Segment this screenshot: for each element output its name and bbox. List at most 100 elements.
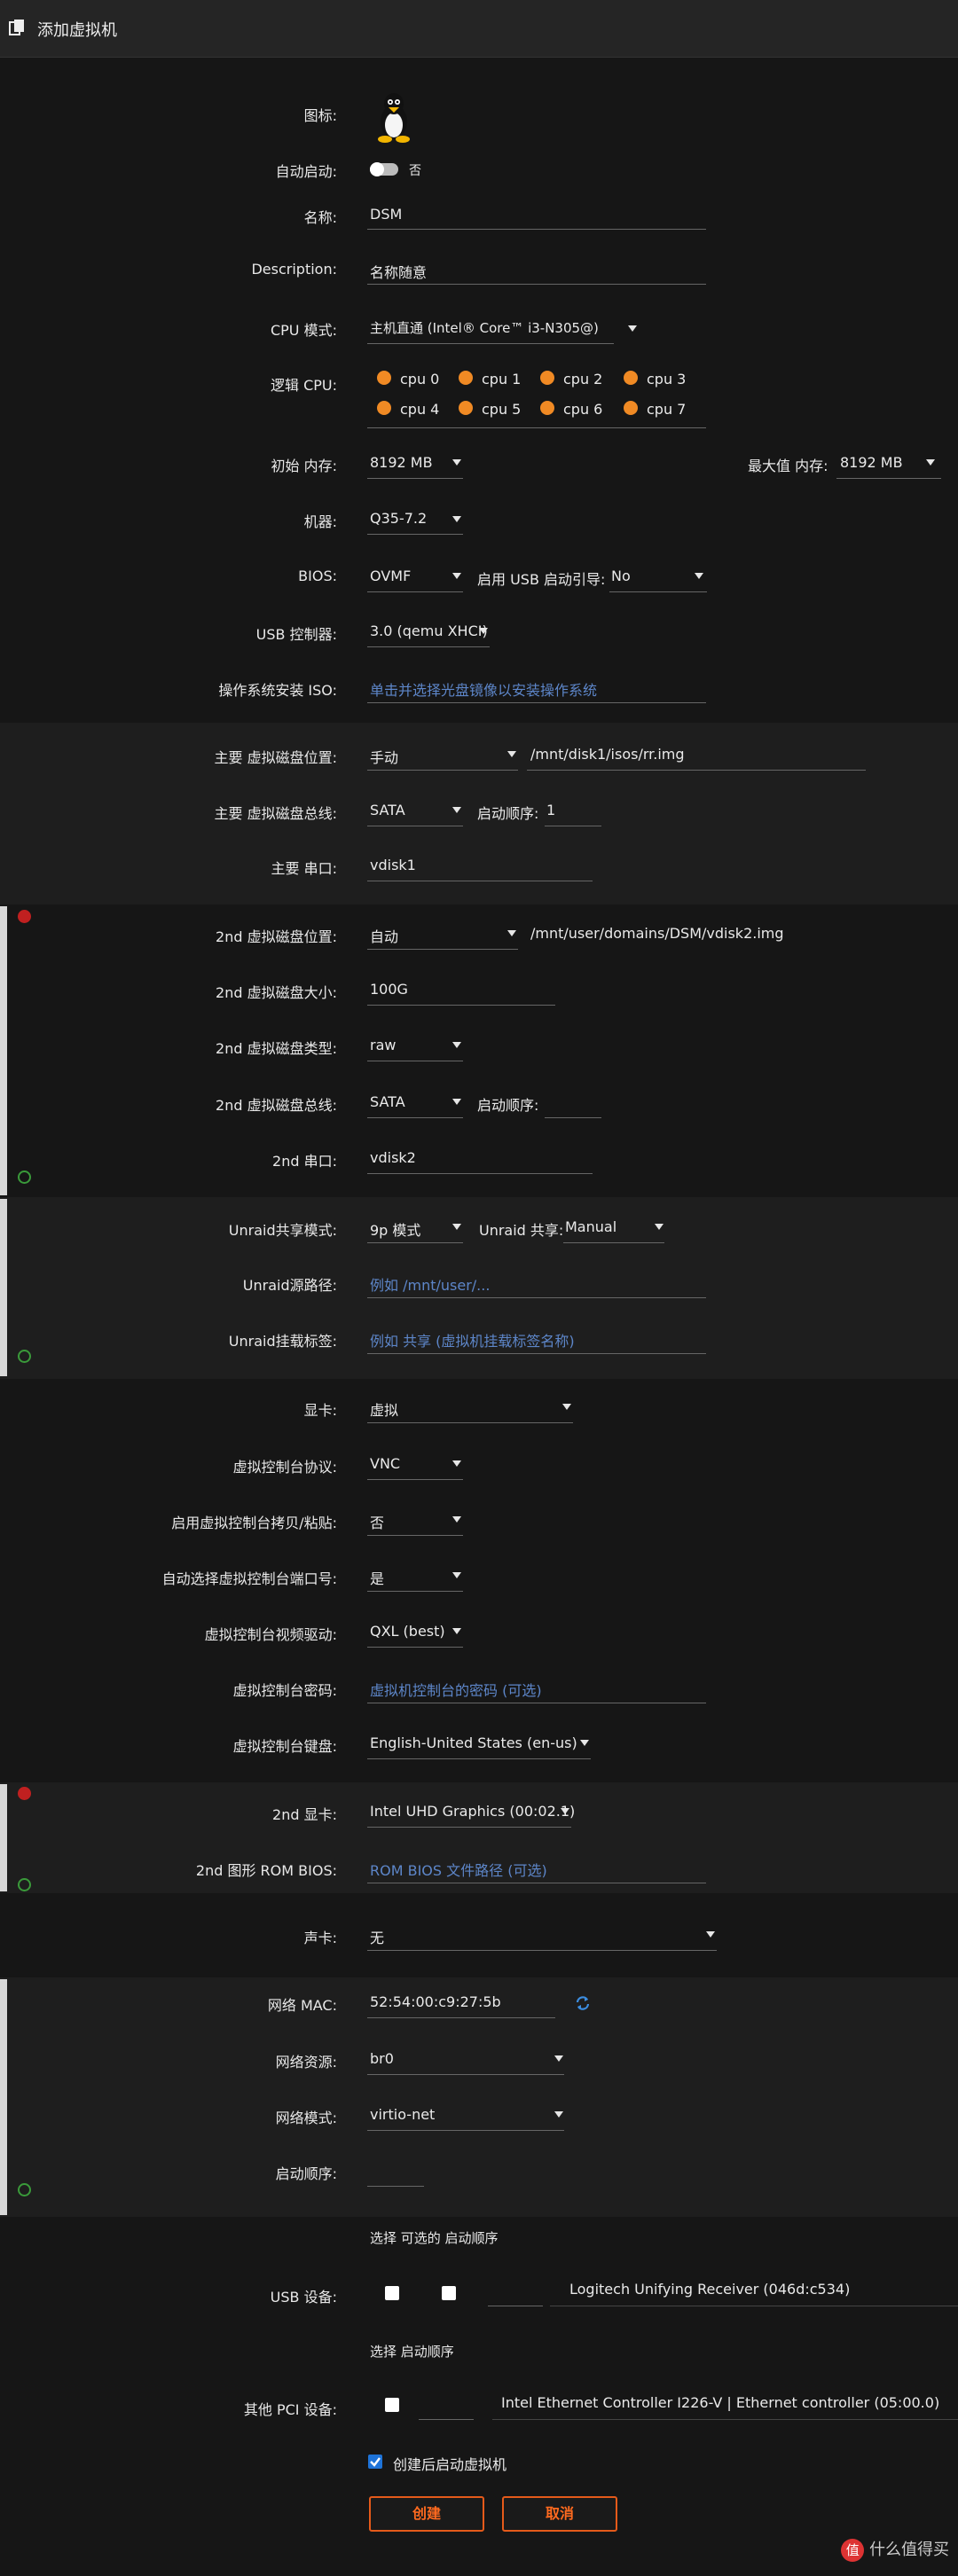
cpu-6-checkbox[interactable] <box>540 401 554 415</box>
disk2-serial-label: 2nd 串口: <box>272 1153 337 1170</box>
disk1-location-value: 手动 <box>370 749 399 766</box>
autostart-toggle[interactable] <box>370 162 398 176</box>
usb-controller-value: 3.0 (qemu XHCI) <box>370 622 488 639</box>
cpu-7-checkbox[interactable] <box>624 401 638 415</box>
usb-select-checkbox[interactable] <box>385 2286 399 2300</box>
vnc-protocol-label: 虚拟控制台协议: <box>232 1459 337 1476</box>
net-boot-input[interactable] <box>367 2157 424 2187</box>
cpu-1-checkbox[interactable] <box>459 371 473 385</box>
name-input[interactable] <box>367 202 706 230</box>
usb-optional-checkbox[interactable] <box>442 2286 456 2300</box>
keyboard-label: 虚拟控制台键盘: <box>232 1738 337 1755</box>
chevron-down-icon <box>452 807 461 813</box>
watermark-text: 什么值得买 <box>869 2541 949 2559</box>
disk2-size-label: 2nd 虚拟磁盘大小: <box>216 984 337 1001</box>
chevron-down-icon <box>452 1628 461 1634</box>
unraid-share-label: Unraid 共享: <box>479 1222 564 1239</box>
bios-label: BIOS: <box>298 568 337 584</box>
cpu-0-checkbox[interactable] <box>377 371 391 385</box>
graphics-label: 显卡: <box>303 1402 337 1419</box>
cpu-6-label: cpu 6 <box>563 401 603 418</box>
usb-controller-label: USB 控制器: <box>255 626 337 643</box>
create-button[interactable]: 创建 <box>369 2496 484 2532</box>
cpu-4-label: cpu 4 <box>400 401 440 418</box>
pci-select-checkbox[interactable] <box>385 2398 399 2412</box>
sound-label: 声卡: <box>303 1930 337 1946</box>
checkmark-icon <box>370 2457 381 2467</box>
usb-device-underline <box>550 2277 958 2306</box>
chevron-down-icon <box>452 573 461 579</box>
copy-icon <box>9 20 24 35</box>
add-disk-icon[interactable] <box>18 1171 31 1184</box>
autostart-label: 自动启动: <box>275 163 337 180</box>
logical-cpu-label: 逻辑 CPU: <box>270 377 337 394</box>
disk1-boot-label: 启动顺序: <box>477 805 539 822</box>
cpu-mode-value: 主机直通 (Intel® Core™ i3-N305@) <box>370 320 599 336</box>
linux-penguin-icon[interactable] <box>373 91 415 143</box>
disk2-location-label: 2nd 虚拟磁盘位置: <box>216 928 337 945</box>
net-model-value: virtio-net <box>370 2106 436 2123</box>
net-boot-label: 启动顺序: <box>275 2165 337 2182</box>
start-after-create-label: 创建后启动虚拟机 <box>393 2456 507 2473</box>
disk1-serial-value: vdisk1 <box>370 857 416 873</box>
unraid-share-value: Manual <box>565 1218 617 1235</box>
cpu-3-label: cpu 3 <box>647 371 687 388</box>
disk1-path-value: /mnt/disk1/isos/rr.img <box>530 746 685 763</box>
disk1-serial-label: 主要 串口: <box>271 860 337 877</box>
usb-boot-order-input[interactable] <box>488 2277 543 2306</box>
remove-gpu-icon[interactable] <box>18 1787 31 1800</box>
add-share-icon[interactable] <box>18 1350 31 1363</box>
name-value: DSM <box>370 206 403 223</box>
net-source-label: 网络资源: <box>275 2054 337 2071</box>
cpu-4-checkbox[interactable] <box>377 401 391 415</box>
disk2-path-value: /mnt/user/domains/DSM/vdisk2.img <box>530 925 784 942</box>
disk2-serial-value: vdisk2 <box>370 1149 416 1166</box>
start-after-create-checkbox[interactable] <box>368 2455 382 2469</box>
remove-disk-icon[interactable] <box>18 910 31 923</box>
machine-value: Q35-7.2 <box>370 510 428 527</box>
cpu-2-label: cpu 2 <box>563 371 603 388</box>
pci-device-underline <box>492 2391 958 2420</box>
refresh-icon[interactable] <box>575 1995 591 2011</box>
pci-boot-order-input[interactable] <box>419 2391 474 2420</box>
cpu-3-checkbox[interactable] <box>624 371 638 385</box>
usb-devices-label: USB 设备: <box>270 2289 337 2306</box>
max-memory-value: 8192 MB <box>840 454 903 471</box>
chevron-down-icon <box>628 325 637 332</box>
max-memory-label: 最大值 内存: <box>748 458 828 474</box>
unraid-tag-label: Unraid挂载标签: <box>228 1333 337 1350</box>
os-iso-label: 操作系统安装 ISO: <box>218 682 337 699</box>
chevron-down-icon <box>452 1099 461 1105</box>
chevron-down-icon <box>554 2111 563 2118</box>
sound-select[interactable] <box>367 1922 717 1951</box>
chevron-down-icon <box>452 516 461 522</box>
description-label: Description: <box>251 261 337 278</box>
page-title: 添加虚拟机 <box>37 21 117 40</box>
chevron-down-icon <box>706 1931 715 1938</box>
disk2-boot-input[interactable] <box>545 1089 601 1118</box>
sound-value: 无 <box>370 1930 385 1946</box>
unraid-source-placeholder: 例如 /mnt/user/... <box>370 1277 491 1294</box>
video-driver-value: QXL (best) <box>370 1623 445 1640</box>
net-source-select[interactable] <box>367 2046 564 2075</box>
title-bar: 添加虚拟机 <box>0 0 958 58</box>
video-driver-label: 虚拟控制台视频驱动: <box>204 1626 337 1643</box>
icon-label: 图标: <box>303 107 337 124</box>
cpu-1-label: cpu 1 <box>482 371 522 388</box>
disk1-boot-value: 1 <box>546 802 556 818</box>
add-network-icon[interactable] <box>18 2183 31 2196</box>
disk2-location-value: 自动 <box>370 928 399 945</box>
cpu-5-checkbox[interactable] <box>459 401 473 415</box>
keyboard-value: English-United States (en-us) <box>370 1734 577 1751</box>
chevron-down-icon <box>452 1516 461 1523</box>
chevron-down-icon <box>507 930 516 936</box>
disk1-bus-label: 主要 虚拟磁盘总线: <box>214 805 337 822</box>
vnc-protocol-value: VNC <box>370 1455 401 1472</box>
unraid-share-mode-label: Unraid共享模式: <box>228 1222 337 1239</box>
cancel-button[interactable]: 取消 <box>502 2496 617 2532</box>
chevron-down-icon <box>452 1460 461 1467</box>
chevron-down-icon <box>926 459 935 466</box>
chevron-down-icon <box>452 1224 461 1230</box>
cpu-2-checkbox[interactable] <box>540 371 554 385</box>
add-gpu-icon[interactable] <box>18 1878 31 1891</box>
